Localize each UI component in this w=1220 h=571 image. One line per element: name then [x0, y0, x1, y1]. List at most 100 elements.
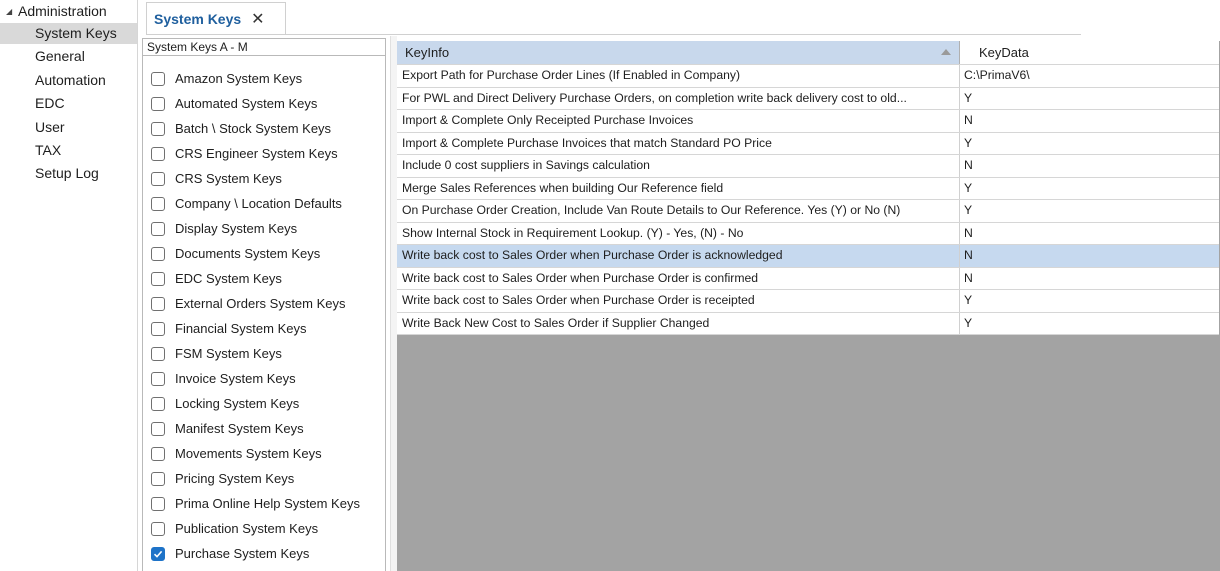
group-item[interactable]: CRS Engineer System Keys — [151, 141, 338, 166]
nav-item-system-keys[interactable]: System Keys — [0, 23, 137, 44]
cell-keyinfo[interactable]: Export Path for Purchase Order Lines (If… — [397, 65, 960, 87]
group-item[interactable]: Locking System Keys — [151, 391, 299, 416]
group-item[interactable]: Financial System Keys — [151, 316, 307, 341]
group-item[interactable]: Prima Online Help System Keys — [151, 491, 360, 516]
table-row[interactable]: Merge Sales References when building Our… — [397, 177, 1219, 200]
panel-splitter[interactable] — [390, 36, 397, 571]
nav-item-user[interactable]: User — [0, 117, 137, 138]
group-item-label: Amazon System Keys — [175, 71, 303, 86]
cell-keydata[interactable]: Y — [960, 200, 1219, 222]
cell-keydata[interactable]: N — [960, 245, 1219, 267]
group-item-label: External Orders System Keys — [175, 296, 346, 311]
cell-keydata[interactable]: Y — [960, 290, 1219, 312]
group-item[interactable]: Manifest System Keys — [151, 416, 304, 441]
system-key-groups-list[interactable]: System Keys A - M Amazon System Keys Auto… — [142, 38, 386, 571]
cell-keydata[interactable]: Y — [960, 313, 1219, 335]
expand-triangle-icon[interactable]: ◢ — [6, 7, 14, 16]
checkbox[interactable] — [151, 421, 165, 436]
table-row[interactable]: Import & Complete Purchase Invoices that… — [397, 132, 1219, 155]
cell-keyinfo[interactable]: Merge Sales References when building Our… — [397, 177, 960, 199]
column-header-keyinfo[interactable]: KeyInfo — [397, 41, 960, 64]
cell-keyinfo[interactable]: Write Back New Cost to Sales Order if Su… — [397, 312, 960, 334]
checkbox[interactable] — [151, 446, 165, 461]
cell-keyinfo[interactable]: Show Internal Stock in Requirement Looku… — [397, 222, 960, 244]
checkbox[interactable] — [151, 171, 165, 186]
nav-root-administration[interactable]: ◢ Administration — [6, 3, 107, 19]
nav-item-tax[interactable]: TAX — [0, 140, 137, 161]
cell-keydata[interactable]: N — [960, 223, 1219, 245]
checkbox[interactable] — [151, 521, 165, 536]
sort-ascending-icon — [941, 49, 951, 55]
cell-keyinfo[interactable]: Write back cost to Sales Order when Purc… — [397, 245, 960, 267]
cell-keydata[interactable]: Y — [960, 133, 1219, 155]
cell-keyinfo[interactable]: On Purchase Order Creation, Include Van … — [397, 200, 960, 222]
checkbox[interactable] — [151, 196, 165, 211]
nav-item-edc[interactable]: EDC — [0, 93, 137, 114]
table-row[interactable]: Write Back New Cost to Sales Order if Su… — [397, 312, 1219, 335]
group-item[interactable]: External Orders System Keys — [151, 291, 346, 316]
cell-keydata[interactable]: N — [960, 155, 1219, 177]
nav-item-setup-log[interactable]: Setup Log — [0, 163, 137, 184]
cell-keydata[interactable]: C:\PrimaV6\ — [960, 65, 1219, 87]
checkbox[interactable] — [151, 271, 165, 286]
checkbox[interactable] — [151, 396, 165, 411]
checkbox[interactable] — [151, 346, 165, 361]
table-row[interactable]: Include 0 cost suppliers in Savings calc… — [397, 155, 1219, 178]
table-row[interactable]: For PWL and Direct Delivery Purchase Ord… — [397, 87, 1219, 110]
group-item[interactable]: Purchase System Keys — [151, 541, 309, 566]
cell-keyinfo[interactable]: Write back cost to Sales Order when Purc… — [397, 267, 960, 289]
checkbox[interactable] — [151, 296, 165, 311]
group-item-label: Financial System Keys — [175, 321, 307, 336]
checkbox[interactable] — [151, 471, 165, 486]
cell-keydata[interactable]: N — [960, 268, 1219, 290]
table-row[interactable]: Write back cost to Sales Order when Purc… — [397, 267, 1219, 290]
cell-keyinfo[interactable]: Import & Complete Purchase Invoices that… — [397, 132, 960, 154]
checkbox[interactable] — [151, 146, 165, 161]
group-item[interactable]: Batch \ Stock System Keys — [151, 116, 331, 141]
checkbox[interactable] — [151, 496, 165, 511]
checkbox[interactable] — [151, 96, 165, 111]
checkbox[interactable] — [151, 121, 165, 136]
column-header-keyinfo-label: KeyInfo — [405, 45, 450, 60]
column-header-keydata-label: KeyData — [979, 45, 1029, 60]
group-item[interactable]: Pricing System Keys — [151, 466, 294, 491]
group-item[interactable]: Amazon System Keys — [151, 66, 302, 91]
table-row[interactable]: Show Internal Stock in Requirement Looku… — [397, 222, 1219, 245]
checkbox[interactable] — [151, 371, 165, 386]
table-row[interactable]: Write back cost to Sales Order when Purc… — [397, 290, 1219, 313]
checkbox[interactable] — [151, 246, 165, 261]
group-item[interactable]: Documents System Keys — [151, 241, 320, 266]
checkbox[interactable] — [151, 221, 165, 236]
table-row[interactable]: Write back cost to Sales Order when Purc… — [397, 245, 1219, 268]
group-item[interactable]: Publication System Keys — [151, 516, 318, 541]
nav-item-general[interactable]: General — [0, 46, 137, 67]
group-item[interactable]: Company \ Location Defaults — [151, 191, 342, 216]
tab-system-keys[interactable]: System Keys ✕ — [146, 2, 286, 35]
group-item[interactable]: CRS System Keys — [151, 166, 282, 191]
checkbox[interactable] — [151, 321, 165, 336]
table-row[interactable]: On Purchase Order Creation, Include Van … — [397, 200, 1219, 223]
group-item[interactable]: EDC System Keys — [151, 266, 282, 291]
group-item[interactable]: FSM System Keys — [151, 341, 282, 366]
group-item-label: Manifest System Keys — [175, 421, 304, 436]
group-item-label: Movements System Keys — [175, 446, 322, 461]
cell-keyinfo[interactable]: For PWL and Direct Delivery Purchase Ord… — [397, 87, 960, 109]
group-item[interactable]: Display System Keys — [151, 216, 297, 241]
cell-keyinfo[interactable]: Import & Complete Only Receipted Purchas… — [397, 110, 960, 132]
table-row[interactable]: Import & Complete Only Receipted Purchas… — [397, 110, 1219, 133]
table-row[interactable]: Export Path for Purchase Order Lines (If… — [397, 65, 1219, 88]
close-icon[interactable]: ✕ — [251, 9, 264, 29]
group-item[interactable]: Invoice System Keys — [151, 366, 296, 391]
cell-keydata[interactable]: Y — [960, 88, 1219, 110]
checkbox-checked[interactable] — [151, 546, 165, 561]
cell-keyinfo[interactable]: Write back cost to Sales Order when Purc… — [397, 290, 960, 312]
nav-item-automation[interactable]: Automation — [0, 70, 137, 91]
group-item[interactable]: Movements System Keys — [151, 441, 322, 466]
checkbox[interactable] — [151, 71, 165, 86]
group-item[interactable]: Automated System Keys — [151, 91, 317, 116]
cell-keydata[interactable]: N — [960, 110, 1219, 132]
cell-keyinfo[interactable]: Include 0 cost suppliers in Savings calc… — [397, 155, 960, 177]
group-item-label: CRS System Keys — [175, 171, 282, 186]
column-header-keydata[interactable]: KeyData — [960, 41, 1219, 64]
cell-keydata[interactable]: Y — [960, 178, 1219, 200]
